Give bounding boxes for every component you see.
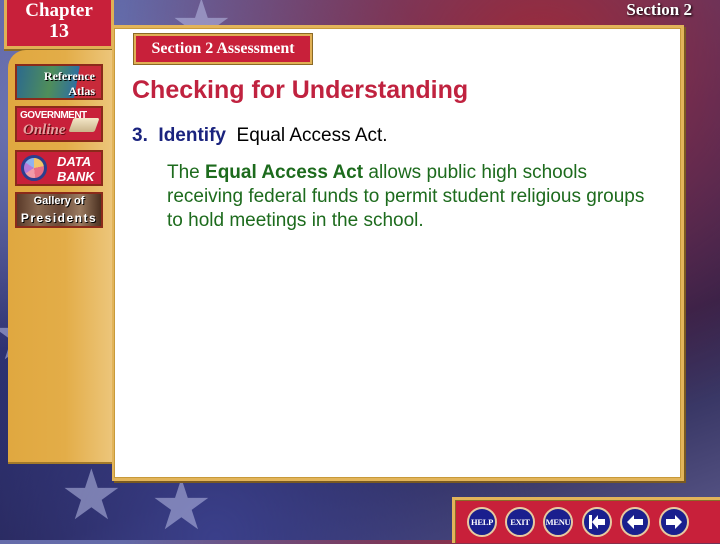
next-button[interactable] bbox=[659, 507, 689, 537]
data-bank-label-line1: DATA bbox=[57, 154, 92, 169]
chapter-tab: Chapter 13 bbox=[4, 0, 114, 49]
reference-atlas-label-line2: Atlas bbox=[68, 84, 95, 98]
first-slide-icon bbox=[589, 515, 605, 529]
reference-atlas-label-line1: Reference bbox=[43, 69, 95, 83]
section-assessment-tab: Section 2 Assessment bbox=[134, 34, 312, 64]
question-term: Equal Access Act. bbox=[236, 125, 388, 146]
first-slide-button[interactable] bbox=[582, 507, 612, 537]
gallery-of-presidents-label-line2: Presidents bbox=[20, 211, 98, 225]
pie-chart-icon bbox=[21, 155, 47, 181]
help-label: HELP bbox=[471, 517, 493, 527]
answer-prefix: The bbox=[167, 162, 206, 183]
menu-button[interactable]: MENU bbox=[543, 507, 573, 537]
answer-text: The Equal Access Act allows public high … bbox=[167, 161, 647, 233]
section-label: Section 2 bbox=[626, 0, 692, 19]
chapter-label: Chapter bbox=[25, 0, 93, 21]
chapter-number: 13 bbox=[49, 20, 69, 42]
question: 3. Identify Equal Access Act. bbox=[132, 125, 388, 147]
data-bank-label-line2: BANK bbox=[57, 169, 95, 184]
gallery-of-presidents-button[interactable]: Gallery of Presidents bbox=[15, 192, 103, 228]
book-icon bbox=[68, 118, 100, 132]
navigation-bar: HELP EXIT MENU bbox=[452, 497, 720, 543]
previous-arrow-icon bbox=[627, 515, 643, 529]
answer-bold-term: Equal Access Act bbox=[205, 162, 364, 183]
reference-atlas-button[interactable]: Reference Atlas bbox=[15, 64, 103, 100]
menu-label: MENU bbox=[545, 517, 571, 527]
content-panel: Section 2 Assessment Checking for Unders… bbox=[112, 25, 684, 481]
next-arrow-icon bbox=[666, 515, 682, 529]
question-number: 3. bbox=[132, 125, 148, 146]
government-online-button[interactable]: GOVERNMENT Online bbox=[15, 106, 103, 142]
exit-label: EXIT bbox=[510, 517, 530, 527]
sidebar: Reference Atlas GOVERNMENT Online DATA B… bbox=[8, 50, 112, 462]
page-title: Checking for Understanding bbox=[132, 76, 469, 104]
gallery-of-presidents-label-line1: Gallery of bbox=[33, 195, 85, 207]
help-button[interactable]: HELP bbox=[467, 507, 497, 537]
data-bank-button[interactable]: DATA BANK bbox=[15, 150, 103, 186]
exit-button[interactable]: EXIT bbox=[505, 507, 535, 537]
government-online-label-line2: Online bbox=[23, 122, 66, 138]
previous-button[interactable] bbox=[620, 507, 650, 537]
question-verb: Identify bbox=[158, 125, 226, 146]
